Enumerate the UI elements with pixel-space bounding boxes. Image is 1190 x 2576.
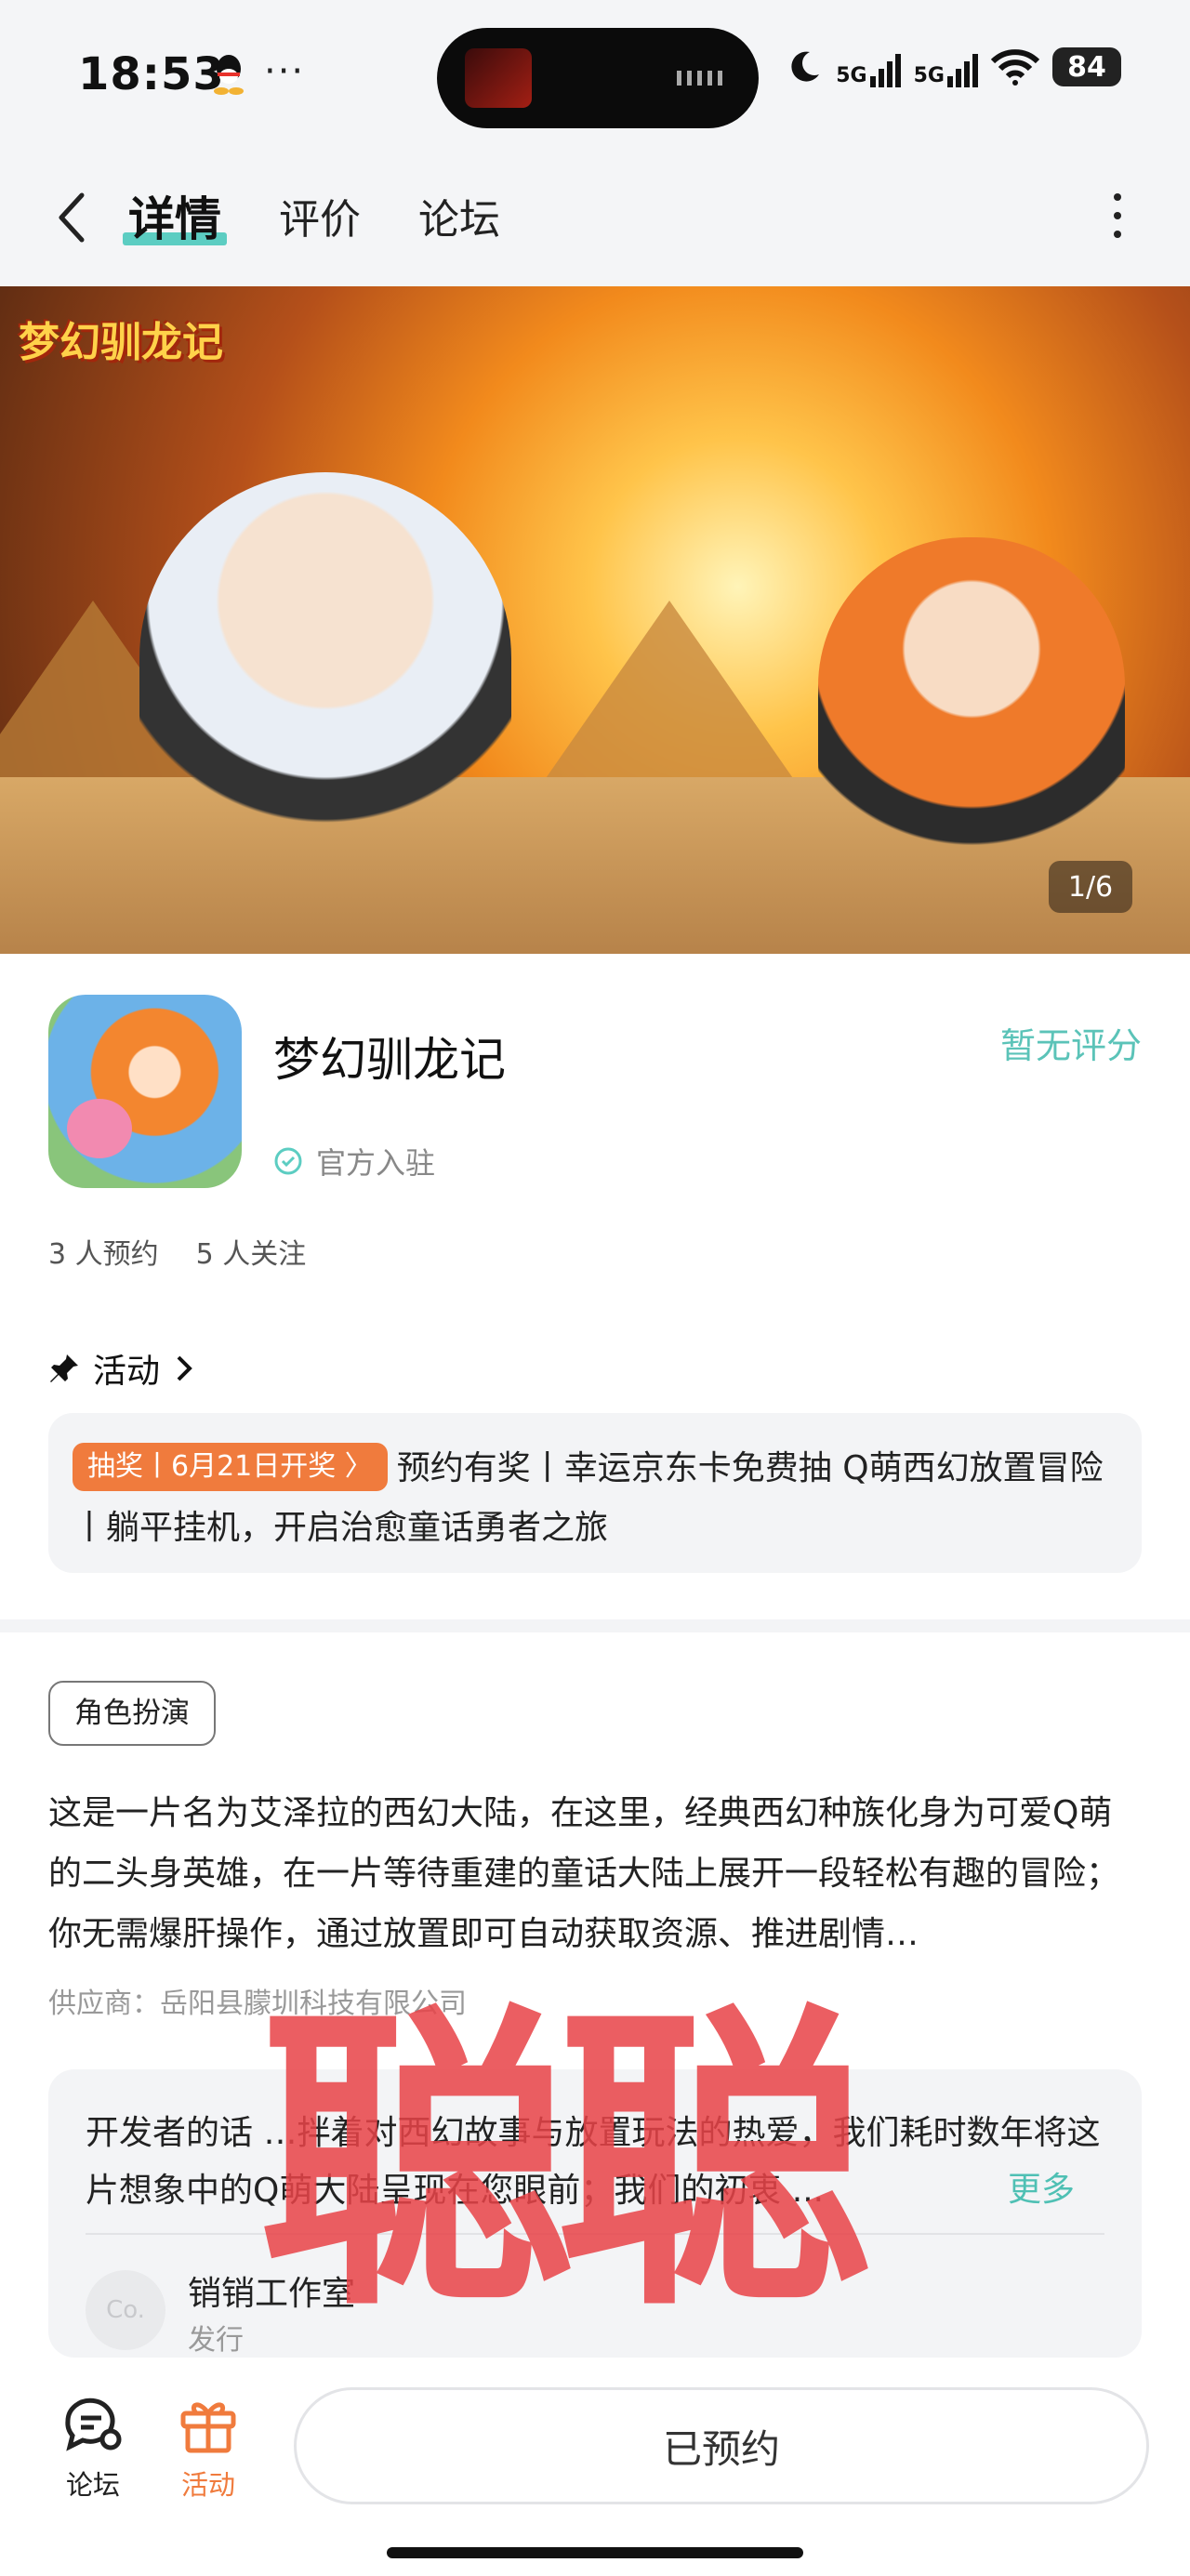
section-divider — [0, 1619, 1190, 1632]
rating-status[interactable]: 暂无评分 — [1000, 1017, 1142, 1068]
status-more-icon: ··· — [264, 50, 306, 93]
follower-count: 5 人关注 — [195, 1238, 307, 1271]
status-bar: 18:53 ··· 5G 5G 84 — [0, 0, 1190, 149]
banner-character — [818, 537, 1125, 909]
activity-label: 活动 — [180, 2469, 235, 2501]
forum-label: 论坛 — [65, 2469, 120, 2501]
qq-icon — [214, 55, 244, 95]
game-banner[interactable]: 梦幻驯龙记 1/6 — [0, 286, 1190, 954]
game-title: 梦幻驯龙记 — [273, 1033, 506, 1087]
genre-tag[interactable]: 角色扮演 — [48, 1681, 216, 1746]
developer-role: 发行 — [188, 2324, 244, 2357]
system-icons: 5G 5G 84 — [786, 46, 1121, 87]
stats-row: 3 人预约 5 人关注 — [48, 1231, 306, 1272]
back-icon[interactable] — [52, 188, 93, 247]
game-description[interactable]: 这是一片名为艾泽拉的西幻大陆，在这里，经典西幻种族化身为可爱Q萌的二头身英雄，在… — [48, 1783, 1142, 1964]
forum-icon — [65, 2398, 122, 2451]
tab-label: 论坛 — [418, 196, 500, 244]
more-menu-icon[interactable] — [1110, 193, 1125, 244]
tab-reviews[interactable]: 评价 — [279, 186, 361, 245]
status-time: 18:53 — [78, 48, 225, 100]
app-icon — [48, 995, 242, 1188]
moon-icon — [791, 51, 820, 82]
verified-check-icon — [274, 1147, 302, 1175]
battery-icon: 84 — [1052, 47, 1121, 86]
reserved-button[interactable]: 已预约 — [294, 2387, 1149, 2504]
bottom-activity-button[interactable]: 活动 — [162, 2393, 255, 2503]
watermark-text: 聪聪 — [258, 1980, 872, 2348]
banner-character — [139, 472, 511, 900]
tab-details[interactable]: 详情 — [128, 182, 221, 249]
pin-icon — [50, 1354, 78, 1382]
activity-heading: 活动 — [93, 1353, 161, 1391]
activity-card[interactable]: 抽奖丨6月21日开奖 〉预约有奖丨幸运京东卡免费抽 Q萌西幻放置冒险丨躺平挂机，… — [48, 1413, 1142, 1573]
tab-label: 评价 — [279, 196, 361, 244]
banner-page-counter: 1/6 — [1049, 861, 1132, 913]
lottery-badge: 抽奖丨6月21日开奖 〉 — [73, 1443, 388, 1491]
tab-forum[interactable]: 论坛 — [418, 186, 500, 245]
bottom-bar: 论坛 活动 已预约 — [0, 2358, 1190, 2576]
gift-icon — [180, 2402, 236, 2453]
island-thumbnail — [465, 48, 532, 108]
dynamic-island[interactable] — [437, 28, 759, 128]
banner-logo: 梦幻驯龙记 — [19, 319, 223, 366]
reservation-count: 3 人预约 — [48, 1238, 159, 1271]
activity-content: 抽奖丨6月21日开奖 〉预约有奖丨幸运京东卡免费抽 Q萌西幻放置冒险丨躺平挂机，… — [73, 1439, 1117, 1558]
developer-avatar[interactable]: Co. — [86, 2270, 165, 2350]
bottom-forum-button[interactable]: 论坛 — [46, 2393, 139, 2503]
chevron-right-icon — [177, 1355, 192, 1381]
official-label: 官方入驻 — [316, 1145, 436, 1181]
wifi-icon — [991, 49, 1039, 86]
network-label: 5G — [913, 64, 945, 87]
signal-1-icon: 5G — [836, 46, 901, 87]
official-badge: 官方入驻 — [273, 1140, 435, 1182]
more-link[interactable]: 更多 — [998, 2162, 1075, 2211]
signal-2-icon: 5G — [914, 46, 978, 87]
tab-label: 详情 — [128, 192, 221, 246]
home-indicator[interactable] — [387, 2547, 803, 2558]
activity-header[interactable]: 活动 — [48, 1344, 195, 1393]
island-waveform-icon — [677, 71, 727, 86]
network-label: 5G — [836, 64, 867, 87]
top-nav: 详情 评价 论坛 — [0, 149, 1190, 286]
